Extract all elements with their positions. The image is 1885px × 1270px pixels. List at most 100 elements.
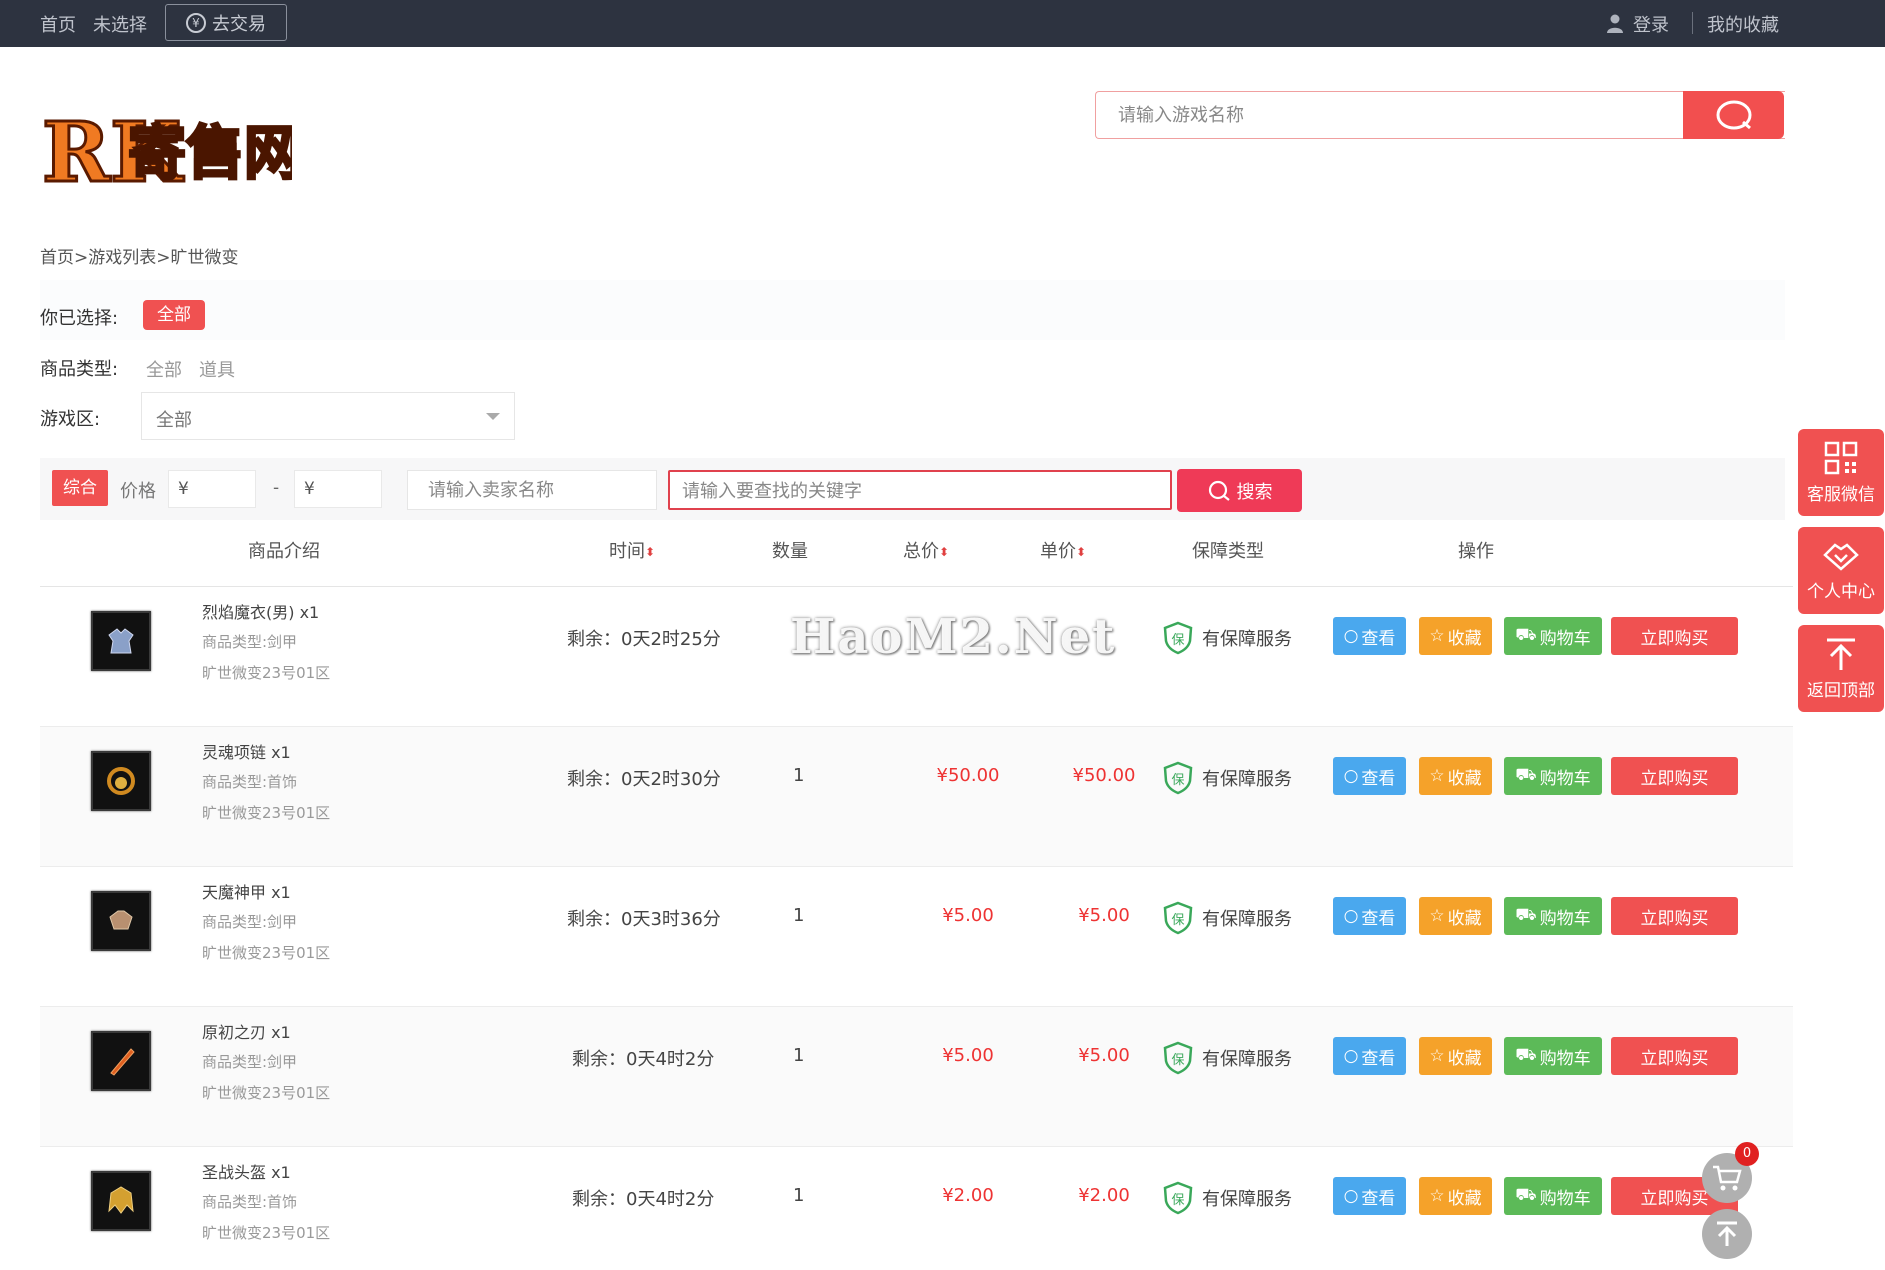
item-name[interactable]: 烈焰魔衣(男) x1 xyxy=(202,599,319,623)
favorite-button[interactable]: ☆ 收藏 xyxy=(1419,1037,1492,1075)
svg-text:保: 保 xyxy=(1171,633,1184,648)
keyword-search-box xyxy=(668,470,1172,510)
view-button[interactable]: ○ 查看 xyxy=(1333,1177,1406,1215)
back-to-top-label: 返回顶部 xyxy=(1807,681,1875,701)
svg-text:保: 保 xyxy=(1171,773,1184,788)
item-qty: 1 xyxy=(793,905,805,926)
cart-label: 购物车 xyxy=(1539,1048,1591,1069)
yen-coin-icon: ¥ xyxy=(186,12,206,33)
floating-top-button[interactable] xyxy=(1702,1209,1752,1259)
favorite-button[interactable]: ☆ 收藏 xyxy=(1419,617,1492,655)
cart-icon: ⛟ xyxy=(1515,905,1537,925)
buy-now-button[interactable]: 立即购买 xyxy=(1611,757,1738,795)
sort-general-button[interactable]: 综合 xyxy=(52,470,108,506)
site-logo[interactable]: RK 寄售网 xyxy=(40,103,304,203)
item-name[interactable]: 圣战头盔 x1 xyxy=(202,1159,291,1183)
price-min-input[interactable]: ¥ xyxy=(168,470,256,508)
buy-now-button[interactable]: 立即购买 xyxy=(1611,617,1738,655)
selected-label: 你已选择: xyxy=(40,308,119,329)
keyword-input[interactable] xyxy=(680,472,1154,510)
customer-wechat-button[interactable]: 客服微信 xyxy=(1798,429,1884,516)
item-time-left: 剩余：0天4时2分 xyxy=(572,1189,715,1210)
view-button[interactable]: ○ 查看 xyxy=(1333,757,1406,795)
star-icon: ☆ xyxy=(1429,626,1445,646)
price-max-input[interactable]: ¥ xyxy=(294,470,382,508)
handshake-icon xyxy=(1823,543,1859,571)
favorite-button[interactable]: ☆ 收藏 xyxy=(1419,1177,1492,1215)
back-to-top-button[interactable]: 返回顶部 xyxy=(1798,625,1884,712)
guarantee-badge: 保 有保障服务 xyxy=(1162,761,1292,795)
guarantee-label: 有保障服务 xyxy=(1202,1049,1292,1070)
breadcrumb-sep: > xyxy=(156,248,171,268)
search-icon xyxy=(1208,480,1230,501)
col-unit[interactable]: 单价⬍ xyxy=(1040,537,1086,563)
shield-icon: 保 xyxy=(1163,1041,1193,1075)
col-total[interactable]: 总价⬍ xyxy=(903,537,949,563)
item-total-price: ¥50.00 xyxy=(936,765,1000,786)
item-unit-price: ¥2.00 xyxy=(1078,1185,1130,1206)
favorite-button[interactable]: ☆ 收藏 xyxy=(1419,897,1492,935)
view-button[interactable]: ○ 查看 xyxy=(1333,1037,1406,1075)
list-search-button[interactable]: 搜索 xyxy=(1177,469,1302,512)
nav-unselected-link[interactable]: 未选择 xyxy=(93,11,147,37)
add-to-cart-button[interactable]: ⛟ 购物车 xyxy=(1504,1177,1602,1215)
col-time[interactable]: 时间⬍ xyxy=(609,537,655,563)
price-sort-label[interactable]: 价格 xyxy=(120,477,156,503)
add-to-cart-button[interactable]: ⛟ 购物车 xyxy=(1504,897,1602,935)
user-center-button[interactable]: 个人中心 xyxy=(1798,527,1884,614)
view-button[interactable]: ○ 查看 xyxy=(1333,617,1406,655)
sort-arrows-icon: ⬍ xyxy=(939,545,950,559)
item-type: 商品类型:剑甲 xyxy=(202,913,298,931)
add-to-cart-button[interactable]: ⛟ 购物车 xyxy=(1504,1037,1602,1075)
breadcrumb-list[interactable]: 游戏列表 xyxy=(88,248,156,268)
seller-input[interactable] xyxy=(426,471,640,509)
cart-icon xyxy=(1713,1165,1742,1191)
sword-icon xyxy=(110,1048,135,1076)
item-name[interactable]: 原初之刃 x1 xyxy=(202,1019,291,1043)
item-name[interactable]: 天魔神甲 x1 xyxy=(202,879,291,903)
svg-text:保: 保 xyxy=(1171,913,1184,928)
col-total-label: 总价 xyxy=(903,541,939,562)
game-search-button[interactable] xyxy=(1683,91,1784,139)
my-favorites-link[interactable]: 我的收藏 xyxy=(1707,11,1779,37)
guarantee-badge: 保 有保障服务 xyxy=(1162,1041,1292,1075)
customer-wechat-label: 客服微信 xyxy=(1807,485,1875,505)
item-zone: 旷世微变23号01区 xyxy=(202,664,331,682)
add-to-cart-button[interactable]: ⛟ 购物车 xyxy=(1504,757,1602,795)
zone-select[interactable]: 全部 xyxy=(141,392,515,440)
sort-arrows-icon: ⬍ xyxy=(1076,545,1087,559)
breadcrumb-home[interactable]: 首页 xyxy=(40,248,74,268)
sort-arrows-icon: ⬍ xyxy=(645,545,656,559)
login-link[interactable]: 登录 xyxy=(1633,11,1669,37)
guarantee-label: 有保障服务 xyxy=(1202,769,1292,790)
col-ops: 操作 xyxy=(1458,541,1494,562)
item-thumbnail[interactable] xyxy=(91,751,151,811)
type-option-all[interactable]: 全部 xyxy=(146,356,182,382)
go-trade-button[interactable]: ¥ 去交易 xyxy=(165,4,287,41)
table-row: 烈焰魔衣(男) x1 商品类型:剑甲 旷世微变23号01区 剩余：0天2时25分… xyxy=(40,587,1793,727)
chevron-down-icon xyxy=(486,413,500,420)
game-search-input[interactable] xyxy=(1116,92,1690,138)
item-thumbnail[interactable] xyxy=(91,1031,151,1091)
item-name[interactable]: 灵魂项链 x1 xyxy=(202,739,291,763)
nav-home-link[interactable]: 首页 xyxy=(40,11,76,37)
buy-now-button[interactable]: 立即购买 xyxy=(1611,897,1738,935)
selected-chip[interactable]: 全部 xyxy=(143,300,205,330)
search-icon: ○ xyxy=(1343,906,1359,926)
logo-graphic: RK 寄售网 xyxy=(41,104,304,203)
item-thumbnail[interactable] xyxy=(91,1171,151,1231)
item-thumbnail[interactable] xyxy=(91,891,151,951)
guarantee-label: 有保障服务 xyxy=(1202,1189,1292,1210)
type-option-item[interactable]: 道具 xyxy=(199,356,235,382)
view-label: 查看 xyxy=(1361,908,1396,929)
favorite-button[interactable]: ☆ 收藏 xyxy=(1419,757,1492,795)
buy-now-button[interactable]: 立即购买 xyxy=(1611,1037,1738,1075)
add-to-cart-button[interactable]: ⛟ 购物车 xyxy=(1504,617,1602,655)
item-thumbnail[interactable] xyxy=(91,611,151,671)
view-button[interactable]: ○ 查看 xyxy=(1333,897,1406,935)
item-unit-price: ¥5.00 xyxy=(1078,1045,1130,1066)
qr-code-icon xyxy=(1824,441,1858,475)
item-total-price: ¥5.00 xyxy=(942,1045,994,1066)
search-icon: ○ xyxy=(1343,1186,1359,1206)
item-zone: 旷世微变23号01区 xyxy=(202,1084,331,1102)
